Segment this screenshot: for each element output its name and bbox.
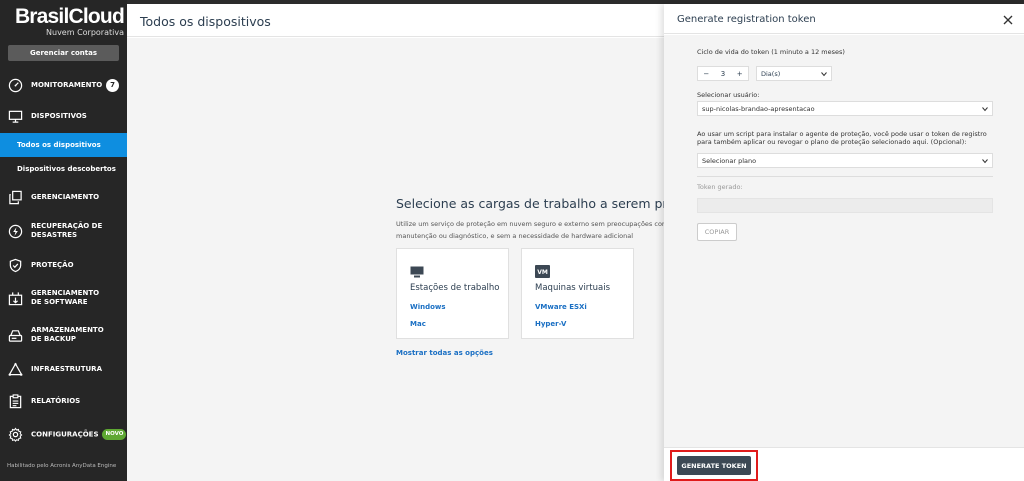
- empty-state-desc-line2: manutenção ou diagnóstico, e sem a neces…: [396, 232, 634, 240]
- lifetime-unit-value: Dia(s): [761, 69, 781, 78]
- panel-body: Ciclo de vida do token (1 minuto a 12 me…: [664, 35, 1024, 447]
- panel-title: Generate registration token: [677, 14, 816, 25]
- sidebar-item-recuperacao-desastres[interactable]: RECUPERAÇÃO DE DESASTRES: [0, 222, 127, 239]
- manage-accounts-button[interactable]: Gerenciar contas: [8, 45, 119, 61]
- empty-state-title: Selecione as cargas de trabalho a serem …: [396, 196, 699, 211]
- vm-icon: VM: [535, 263, 550, 282]
- brand-name: BrasilCloud: [14, 5, 125, 28]
- card-title: Maquinas virtuais: [535, 283, 611, 293]
- sidebar-item-infraestrutura[interactable]: INFRAESTRUTURA: [0, 361, 127, 377]
- gauge-icon: [7, 77, 23, 93]
- empty-state-description: Utilize um serviço de proteção em nuvem …: [396, 218, 671, 242]
- divider: [697, 176, 993, 177]
- workstations-card: Estações de trabalho Windows Mac: [396, 248, 509, 339]
- vm-icon-text: VM: [537, 269, 548, 276]
- desktop-icon: [410, 263, 424, 282]
- hyper-v-link[interactable]: Hyper-V: [535, 320, 566, 328]
- sidebar-item-label: RECUPERAÇÃO DE DESASTRES: [31, 222, 103, 239]
- empty-state-desc-line1: Utilize um serviço de proteção em nuvem …: [396, 220, 669, 228]
- vmware-esxi-link[interactable]: VMware ESXi: [535, 303, 587, 311]
- shield-icon: [7, 257, 23, 273]
- sidebar: BrasilCloud Nuvem Corporativa Gerenciar …: [0, 0, 127, 481]
- sidebar-item-label: RELATÓRIOS: [31, 396, 81, 405]
- protection-plan-select[interactable]: Selecionar plano: [697, 153, 993, 168]
- sidebar-item-label: ARMAZENAMENTO DE BACKUP: [31, 326, 104, 343]
- copy-icon: [7, 189, 23, 205]
- lifetime-unit-select[interactable]: Dia(s): [756, 66, 832, 81]
- sidebar-item-dispositivos[interactable]: DISPOSITIVOS: [0, 108, 127, 124]
- close-icon[interactable]: [1001, 12, 1015, 26]
- sidebar-item-label: DISPOSITIVOS: [31, 111, 87, 120]
- lightning-icon: [7, 223, 23, 239]
- sidebar-item-label: PROTEÇÃO: [31, 260, 74, 269]
- sidebar-item-label: CONFIGURAÇÕES NOVO: [31, 428, 127, 440]
- sidebar-item-label: MONITORAMENTO: [31, 80, 103, 89]
- sidebar-subitem-todos-dispositivos[interactable]: Todos os dispositivos: [0, 133, 127, 157]
- sidebar-item-label: INFRAESTRUTURA: [31, 364, 102, 373]
- user-select[interactable]: sup-nicolas-brandao-apresentacao: [697, 101, 993, 116]
- virtual-machines-card: VM Maquinas virtuais VMware ESXi Hyper-V: [521, 248, 634, 339]
- plan-label-line1: Ao usar um script para instalar o agente…: [697, 130, 987, 138]
- sidebar-item-protecao[interactable]: PROTEÇÃO: [0, 257, 127, 273]
- sidebar-item-gerenciamento-software[interactable]: GERENCIAMENTO DE SOFTWARE: [0, 289, 127, 306]
- registration-token-panel: Generate registration token Ciclo de vid…: [664, 4, 1024, 481]
- select-user-label: Selecionar usuário:: [697, 91, 760, 99]
- sidebar-item-armazenamento-backup[interactable]: ARMAZENAMENTO DE BACKUP: [0, 326, 127, 343]
- sidebar-item-monitoramento[interactable]: MONITORAMENTO 7: [0, 77, 127, 93]
- sidebar-item-label: GERENCIAMENTO DE SOFTWARE: [31, 289, 100, 306]
- triangle-network-icon: [7, 361, 23, 377]
- copy-button[interactable]: COPIAR: [697, 223, 737, 241]
- notification-badge: 7: [106, 78, 119, 92]
- plan-label-line2: para também aplicar ou revogar o plano d…: [697, 138, 967, 146]
- chevron-down-icon: [982, 159, 988, 164]
- chevron-down-icon: [982, 107, 988, 112]
- sidebar-subitem-dispositivos-descobertos[interactable]: Dispositivos descobertos: [0, 157, 127, 181]
- page-title: Todos os dispositivos: [140, 14, 271, 29]
- powered-by-text: Habilitado pelo Acronis AnyData Engine: [7, 463, 117, 469]
- sidebar-item-gerenciamento[interactable]: GERENCIAMENTO: [0, 189, 127, 205]
- token-lifetime-label: Ciclo de vida do token (1 minuto a 12 me…: [697, 48, 845, 56]
- gear-icon: [7, 426, 23, 442]
- token-lifetime-stepper: − 3 +: [697, 66, 749, 81]
- windows-link[interactable]: Windows: [410, 303, 446, 311]
- sidebar-item-label-text: CONFIGURAÇÕES: [31, 430, 99, 438]
- plan-description-label: Ao usar um script para instalar o agente…: [697, 130, 997, 146]
- generated-token-field[interactable]: [697, 198, 993, 213]
- brand-logo: BrasilCloud Nuvem Corporativa: [8, 5, 125, 38]
- show-all-options-link[interactable]: Mostrar todas as opções: [396, 349, 493, 357]
- generate-token-button[interactable]: GENERATE TOKEN: [677, 456, 751, 475]
- brand-subtitle: Nuvem Corporativa: [46, 28, 124, 37]
- clipboard-icon: [7, 393, 23, 409]
- user-select-value: sup-nicolas-brandao-apresentacao: [702, 104, 815, 113]
- storage-icon: [7, 327, 23, 343]
- increment-button[interactable]: +: [731, 70, 748, 78]
- monitor-icon: [7, 108, 23, 124]
- mac-link[interactable]: Mac: [410, 320, 426, 328]
- panel-footer: GENERATE TOKEN: [664, 447, 1024, 481]
- sidebar-item-configuracoes[interactable]: CONFIGURAÇÕES NOVO: [0, 426, 127, 442]
- generated-token-label: Token gerado:: [697, 183, 743, 191]
- lifetime-value[interactable]: 3: [715, 70, 732, 78]
- plan-select-value: Selecionar plano: [702, 156, 757, 165]
- sidebar-item-relatorios[interactable]: RELATÓRIOS: [0, 393, 127, 409]
- sidebar-item-label: GERENCIAMENTO: [31, 192, 100, 201]
- card-title: Estações de trabalho: [410, 283, 500, 293]
- chevron-down-icon: [821, 72, 827, 77]
- decrement-button[interactable]: −: [698, 70, 715, 78]
- software-icon: [7, 290, 23, 306]
- panel-header: Generate registration token: [664, 4, 1024, 34]
- new-badge: NOVO: [102, 428, 127, 440]
